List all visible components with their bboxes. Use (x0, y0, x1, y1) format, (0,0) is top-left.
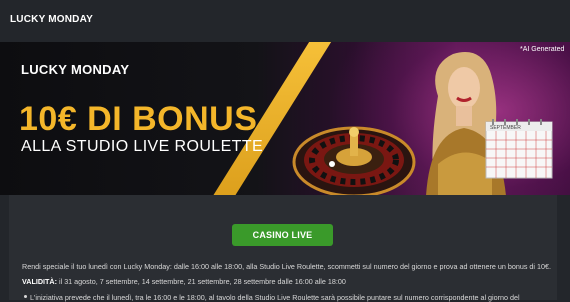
validity-label: VALIDITÀ: (22, 277, 57, 286)
validity-text: VALIDITÀ: il 31 agosto, 7 settembre, 14 … (22, 277, 552, 286)
promo-intro-text: Rendi speciale il tuo lunedì con Lucky M… (22, 262, 552, 271)
rules-bullet: L'iniziativa prevede che il lunedì, tra … (24, 293, 550, 302)
banner-headline: 10€ DI BONUS (19, 100, 258, 138)
roulette-wheel-image (292, 126, 416, 195)
ai-generated-badge: *AI Generated (520, 46, 565, 53)
validity-dates: il 31 agosto, 7 settembre, 14 settembre,… (57, 277, 346, 286)
promo-banner: SEPTEMBER LUCKY MONDAY 10€ DI BONUS ALLA… (0, 42, 570, 195)
calendar-image: SEPTEMBER (485, 119, 553, 179)
banner-brand: LUCKY MONDAY (21, 62, 130, 77)
casino-live-button[interactable]: CASINO LIVE (232, 224, 333, 246)
page-title: LUCKY MONDAY (10, 14, 93, 25)
top-bar: LUCKY MONDAY (0, 0, 570, 42)
banner-subheadline: ALLA STUDIO LIVE ROULETTE (21, 138, 264, 155)
calendar-month-label: SEPTEMBER (490, 125, 521, 131)
rules-bullet-text: L'iniziativa prevede che il lunedì, tra … (30, 293, 520, 302)
bullet-dot-icon (24, 295, 27, 298)
